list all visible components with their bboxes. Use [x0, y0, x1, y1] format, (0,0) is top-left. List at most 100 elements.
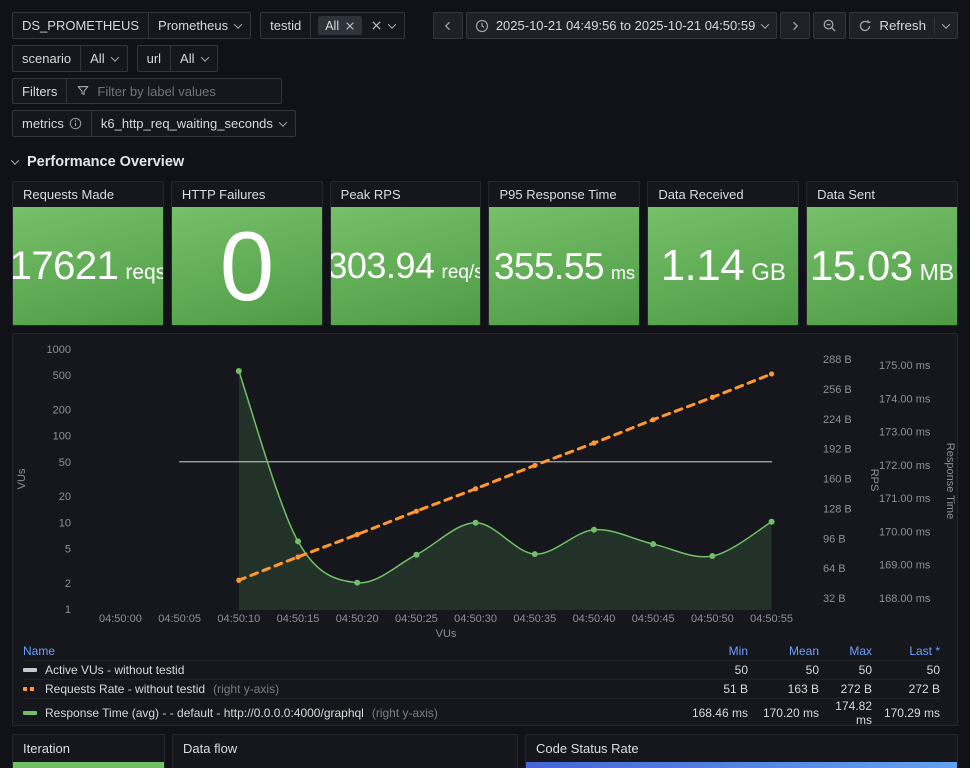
- scenario-value[interactable]: All: [81, 46, 126, 71]
- code-status-gauge-bar: [526, 762, 957, 768]
- panel-title: Data Received: [658, 187, 744, 202]
- scenario-filter[interactable]: scenario All: [12, 45, 128, 72]
- filters-label: Filters: [13, 79, 68, 103]
- legend-row-requests-rate[interactable]: Requests Rate - without testid (right y-…: [23, 679, 940, 698]
- svg-text:20: 20: [59, 491, 71, 503]
- url-filter[interactable]: url All: [136, 45, 218, 72]
- svg-text:224 B: 224 B: [823, 414, 852, 426]
- refresh-label: Refresh: [879, 18, 926, 33]
- testid-filter[interactable]: testid All: [260, 12, 406, 39]
- zoom-out-button[interactable]: [813, 12, 847, 39]
- svg-text:64 B: 64 B: [823, 563, 846, 575]
- series-swatch[interactable]: [23, 711, 37, 715]
- url-value[interactable]: All: [171, 46, 216, 71]
- datasource-picker[interactable]: DS_PROMETHEUS Prometheus: [12, 12, 252, 39]
- panel-title: Peak RPS: [340, 187, 401, 202]
- datasource-value[interactable]: Prometheus: [149, 13, 250, 38]
- legend-col-mean[interactable]: Mean: [748, 644, 819, 658]
- time-range-text: 2025-10-21 04:49:56 to 2025-10-21 04:50:…: [495, 18, 756, 33]
- angle-left-icon: [442, 20, 454, 32]
- legend-col-min[interactable]: Min: [673, 644, 748, 658]
- timeseries-panel: 1000 500 200 100 50 20 10 5 2 1 VUs 288 B 256 B 224 B…: [12, 333, 958, 726]
- remove-value-icon[interactable]: [345, 21, 355, 31]
- svg-text:200: 200: [53, 405, 71, 417]
- svg-text:04:50:35: 04:50:35: [513, 613, 556, 625]
- adhoc-filters[interactable]: Filters: [12, 78, 283, 104]
- svg-text:5: 5: [65, 543, 71, 555]
- panel-title: HTTP Failures: [181, 187, 266, 202]
- stat-value: 17621: [12, 244, 119, 288]
- code-status-rate-panel: Code Status Rate: [525, 734, 958, 768]
- svg-text:04:50:15: 04:50:15: [277, 613, 320, 625]
- bottom-row: Iteration Data flow Code Status Rate: [12, 734, 958, 768]
- time-shift-forward-button[interactable]: [780, 12, 811, 39]
- series-swatch[interactable]: [23, 687, 37, 691]
- collapse-chevron-icon: [10, 156, 20, 165]
- zoom-out-icon: [822, 18, 837, 33]
- svg-text:500: 500: [53, 370, 71, 382]
- svg-text:128 B: 128 B: [823, 503, 852, 515]
- svg-text:Response Time: Response Time: [944, 443, 956, 519]
- stat-panel-http-failures: HTTP Failures 0: [170, 181, 323, 326]
- panel-title: Iteration: [23, 741, 70, 756]
- svg-text:169.00 ms: 169.00 ms: [879, 560, 931, 572]
- funnel-icon: [76, 84, 90, 98]
- stat-unit: MB: [919, 259, 955, 285]
- legend-header: Name Min Mean Max Last *: [23, 642, 940, 660]
- svg-text:1: 1: [65, 604, 71, 616]
- svg-text:10: 10: [59, 517, 71, 529]
- stat-value: 1.14: [660, 241, 745, 290]
- svg-text:04:50:55: 04:50:55: [750, 613, 793, 625]
- info-icon[interactable]: [69, 117, 82, 130]
- svg-text:168.00 ms: 168.00 ms: [879, 593, 931, 605]
- clock-icon: [475, 19, 489, 33]
- svg-text:170.00 ms: 170.00 ms: [879, 526, 931, 538]
- legend-col-name[interactable]: Name: [23, 644, 673, 658]
- svg-text:32 B: 32 B: [823, 593, 846, 605]
- refresh-icon: [858, 19, 872, 33]
- metrics-picker[interactable]: metrics k6_http_req_waiting_seconds: [12, 110, 296, 137]
- svg-text:04:50:10: 04:50:10: [217, 613, 260, 625]
- testid-chip[interactable]: All: [318, 16, 363, 35]
- divider: [934, 17, 935, 34]
- svg-text:173.00 ms: 173.00 ms: [879, 427, 931, 439]
- time-range-picker[interactable]: 2025-10-21 04:49:56 to 2025-10-21 04:50:…: [465, 12, 778, 39]
- iteration-gauge-bar: [13, 762, 164, 768]
- stat-panel-p95-response-time: P95 Response Time 355.55 ms: [488, 181, 641, 326]
- panel-title: P95 Response Time: [499, 187, 617, 202]
- stat-value: 303.94: [329, 245, 435, 286]
- chevron-down-icon: [110, 52, 119, 62]
- svg-text:192 B: 192 B: [823, 444, 852, 456]
- legend-row-active-vus[interactable]: Active VUs - without testid 50 50 50 50: [23, 660, 940, 679]
- clear-all-icon[interactable]: [371, 20, 382, 31]
- svg-text:04:50:00: 04:50:00: [99, 613, 142, 625]
- svg-text:04:50:05: 04:50:05: [158, 613, 201, 625]
- svg-text:04:50:40: 04:50:40: [573, 613, 616, 625]
- legend-col-last[interactable]: Last *: [872, 644, 940, 658]
- svg-text:175.00 ms: 175.00 ms: [879, 360, 931, 372]
- variables-area: DS_PROMETHEUS Prometheus testid All scen…: [12, 12, 406, 137]
- metrics-value[interactable]: k6_http_req_waiting_seconds: [92, 111, 295, 136]
- refresh-button[interactable]: Refresh: [849, 12, 958, 39]
- svg-text:171.00 ms: 171.00 ms: [879, 493, 931, 505]
- metrics-label: metrics: [22, 116, 64, 131]
- stats-row: Requests Made 17621 reqs HTTP Failures 0…: [12, 181, 958, 326]
- stat-panel-peak-rps: Peak RPS 303.94 req/s: [329, 181, 482, 326]
- legend-col-max[interactable]: Max: [819, 644, 872, 658]
- chevron-down-icon[interactable]: [941, 19, 951, 29]
- svg-text:04:50:50: 04:50:50: [691, 613, 734, 625]
- stat-value: 15.03: [810, 242, 913, 289]
- angle-right-icon: [789, 20, 801, 32]
- legend-row-response-time[interactable]: Response Time (avg) - - default - http:/…: [23, 698, 940, 725]
- stat-value: 0: [219, 211, 275, 321]
- series-swatch[interactable]: [23, 668, 37, 672]
- filter-input[interactable]: [97, 83, 273, 99]
- scenario-label: scenario: [13, 46, 82, 71]
- row-performance-overview[interactable]: Performance Overview: [10, 151, 958, 173]
- chevron-down-icon: [278, 117, 288, 127]
- svg-text:50: 50: [59, 457, 71, 469]
- svg-text:100: 100: [53, 431, 71, 443]
- performance-chart[interactable]: 1000 500 200 100 50 20 10 5 2 1 VUs 288 B 256 B 224 B…: [13, 334, 957, 642]
- time-shift-back-button[interactable]: [432, 12, 463, 39]
- chevron-down-icon[interactable]: [387, 19, 397, 29]
